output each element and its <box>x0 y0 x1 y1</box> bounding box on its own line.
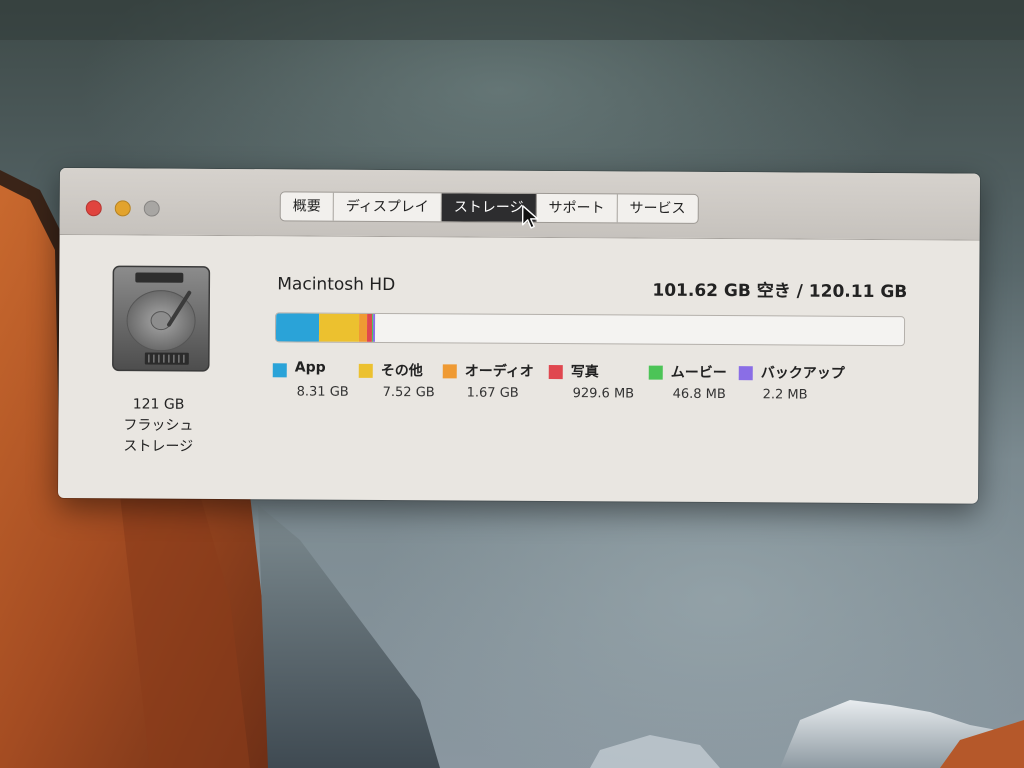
drive-type-line1: フラッシュ <box>123 417 194 434</box>
legend-size: 929.6 MB <box>572 386 635 402</box>
close-button[interactable] <box>85 200 102 217</box>
legend-label: 写真 <box>570 364 599 381</box>
legend-size: 2.2 MB <box>762 387 808 403</box>
drive-type-line2: ストレージ <box>123 438 194 455</box>
usage-segment-backups <box>373 313 375 342</box>
legend-swatch <box>548 364 563 380</box>
title-bar[interactable]: 概要 ディスプレイ ストレージ サポート サービス <box>59 168 980 241</box>
usage-segment-app <box>275 313 320 342</box>
about-this-mac-window: 概要 ディスプレイ ストレージ サポート サービス 121 GB フラッシュ ス… <box>57 168 980 504</box>
legend-size: 1.67 GB <box>466 385 519 401</box>
legend-swatch <box>738 366 753 381</box>
volume-capacity: 101.62 GB 空き / 120.11 GB <box>652 280 908 303</box>
legend-label: App <box>294 359 326 376</box>
legend-label: ムービー <box>670 364 727 382</box>
legend-swatch <box>358 363 373 378</box>
drive-capacity: 121 GB <box>132 396 185 413</box>
usage-segment-other <box>319 313 359 342</box>
zoom-button[interactable] <box>143 200 160 217</box>
usage-segment-audio <box>358 313 368 342</box>
tab-bar: 概要 ディスプレイ ストレージ サポート サービス <box>279 191 699 224</box>
legend-swatch <box>272 363 287 378</box>
legend-swatch <box>648 365 663 380</box>
tab-service[interactable]: サービス <box>617 194 697 222</box>
hard-drive-icon <box>112 265 211 372</box>
legend-label: その他 <box>380 362 423 380</box>
drive-caption: 121 GB フラッシュ ストレージ <box>98 394 218 458</box>
minimize-button[interactable] <box>114 200 131 217</box>
legend-size: 46.8 MB <box>672 386 726 403</box>
tab-displays[interactable]: ディスプレイ <box>333 192 442 222</box>
storage-legend: App 8.31 GB その他 7.52 GB オーディオ 1.67 GB 写真… <box>272 359 913 413</box>
tab-support[interactable]: サポート <box>536 193 618 223</box>
tab-overview[interactable]: 概要 <box>280 192 334 221</box>
legend-label: オーディオ <box>464 363 534 380</box>
volume-name: Macintosh HD <box>277 274 396 296</box>
legend-label: バックアップ <box>760 365 845 382</box>
legend-size: 8.31 GB <box>296 384 349 400</box>
legend-size: 7.52 GB <box>382 384 435 401</box>
legend-swatch <box>442 364 457 379</box>
mouse-pointer-icon <box>521 205 539 229</box>
storage-usage-bar <box>274 312 906 347</box>
